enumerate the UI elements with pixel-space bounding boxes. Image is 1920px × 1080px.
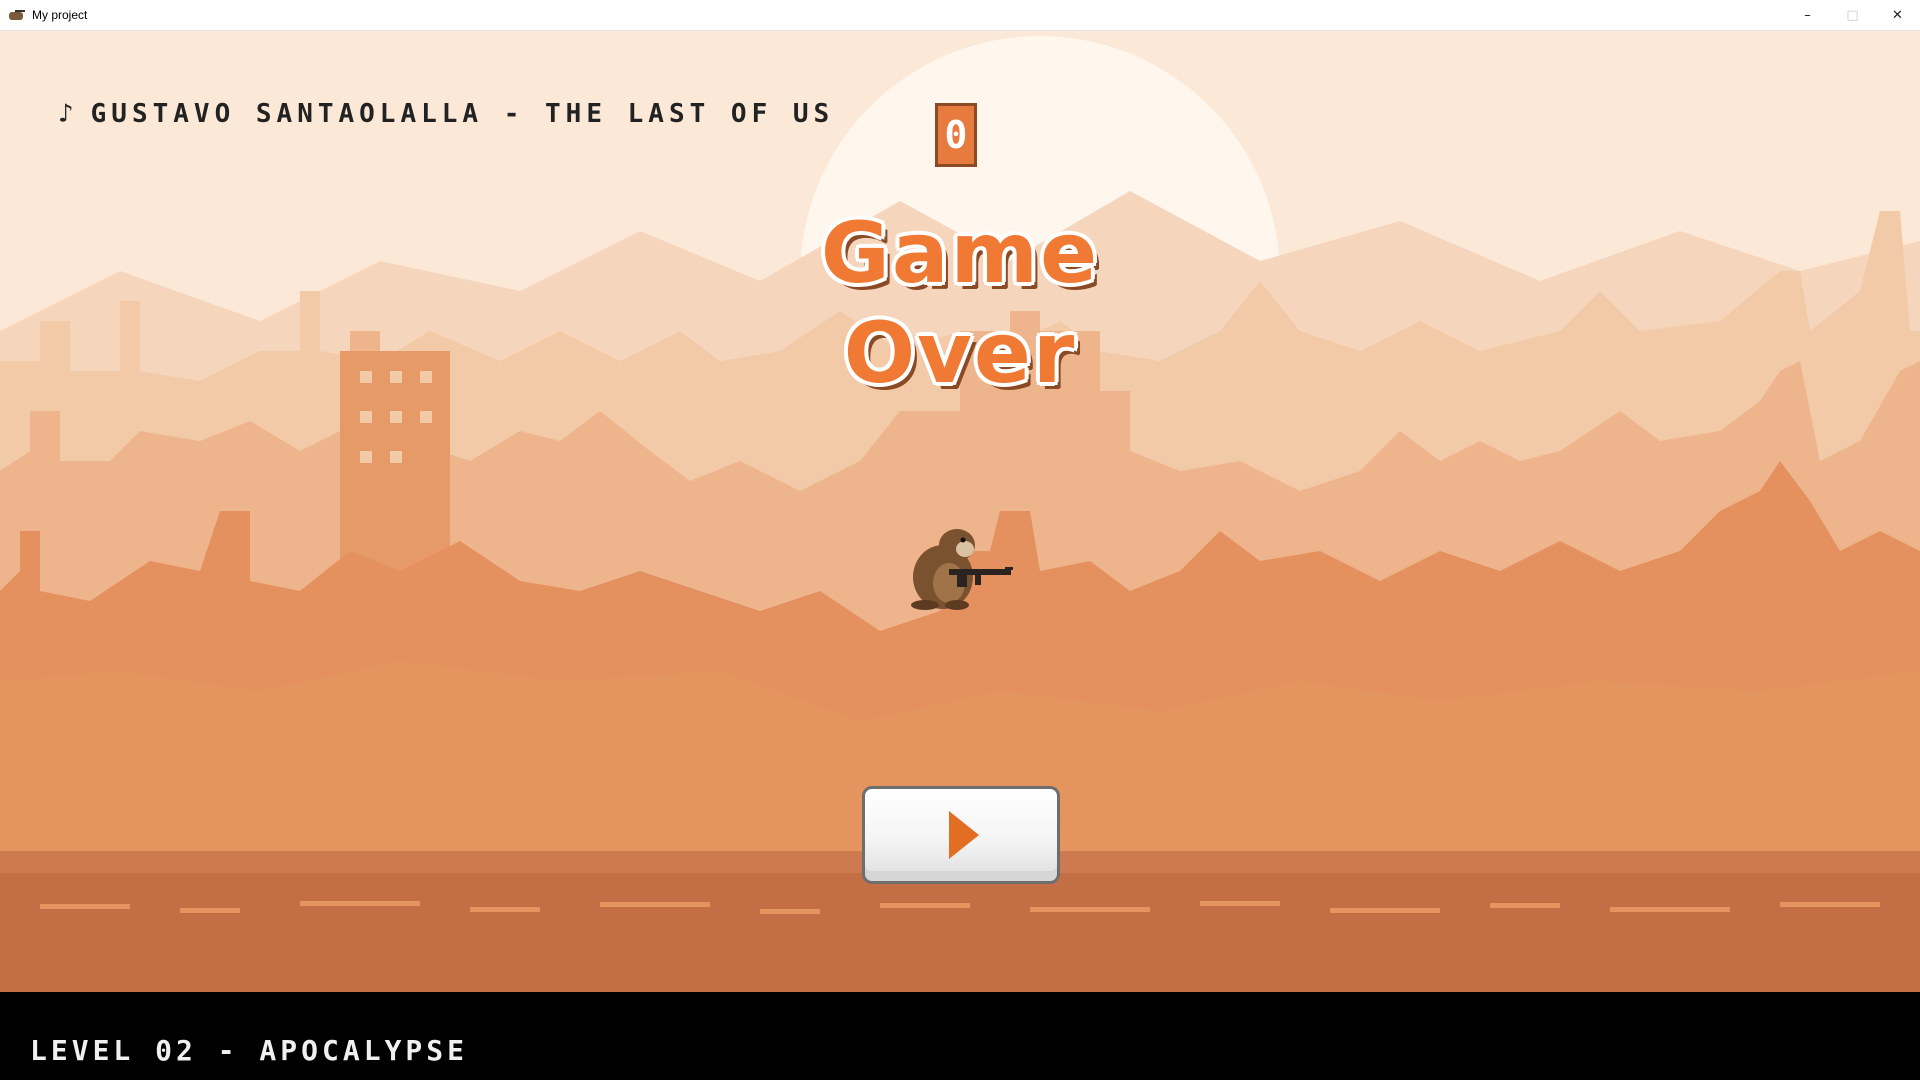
ground [0, 871, 1920, 992]
play-button[interactable] [862, 786, 1060, 884]
window-title: My project [32, 8, 88, 22]
app-icon [9, 9, 25, 21]
score-value: 0 [944, 113, 968, 157]
level-label: LEVEL 02 - APOCALYPSE [30, 1034, 469, 1067]
now-playing: ♪ GUSTAVO SANTAOLALLA - THE LAST OF US [58, 99, 834, 129]
groundhog-with-gun-icon [911, 529, 1013, 610]
window-controls: – □ ✕ [1785, 0, 1920, 31]
music-note-icon: ♪ [58, 99, 79, 129]
close-button[interactable]: ✕ [1875, 0, 1920, 31]
play-icon [949, 811, 979, 859]
game-over-title: Game Over [820, 204, 1100, 402]
score-display: 0 [935, 103, 977, 167]
game-viewport[interactable]: ♪ GUSTAVO SANTAOLALLA - THE LAST OF US 0 … [0, 31, 1920, 992]
minimize-button[interactable]: – [1785, 0, 1830, 31]
maximize-button[interactable]: □ [1830, 0, 1875, 31]
song-title: GUSTAVO SANTAOLALLA - THE LAST OF US [90, 99, 835, 129]
window-titlebar: My project – □ ✕ [0, 0, 1920, 31]
